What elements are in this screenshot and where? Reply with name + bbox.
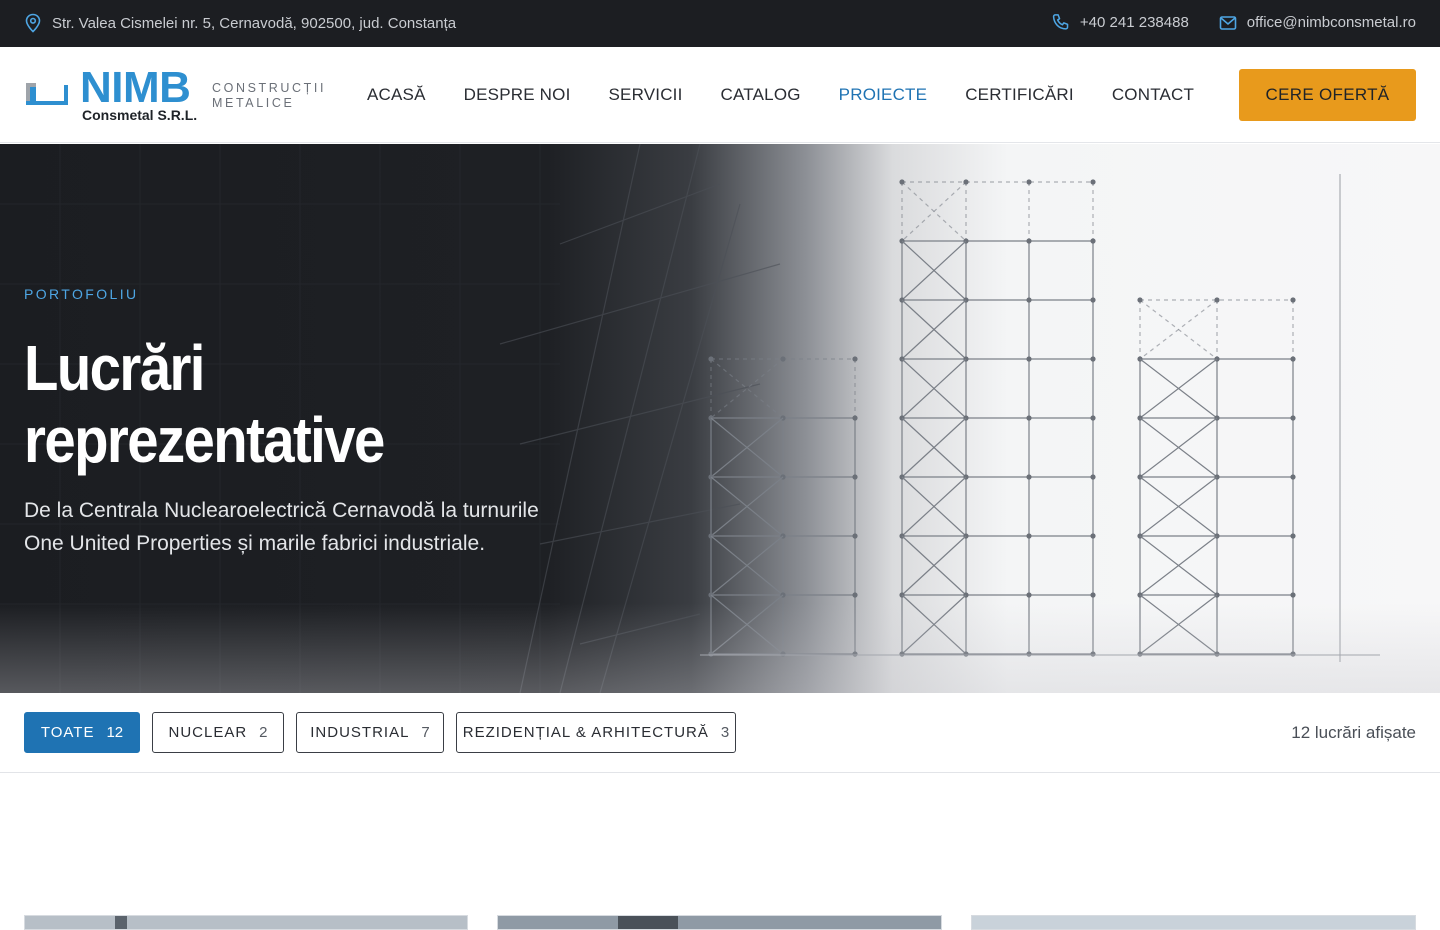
nav-item-proiecte[interactable]: PROIECTE bbox=[839, 85, 928, 105]
nav-item-contact[interactable]: CONTACT bbox=[1112, 85, 1194, 105]
nav-item-catalog[interactable]: CATALOG bbox=[721, 85, 801, 105]
address-text: Str. Valea Cismelei nr. 5, Cernavodă, 90… bbox=[52, 14, 457, 32]
logo-mark-icon bbox=[24, 81, 70, 112]
filter-count: 7 bbox=[421, 724, 430, 741]
email-text: office@nimbconsmetal.ro bbox=[1246, 14, 1416, 31]
logo-company: Consmetal S.R.L. bbox=[82, 107, 198, 123]
nav-item-certificari[interactable]: CERTIFICĂRI bbox=[965, 85, 1074, 105]
site-header: NIMB Consmetal S.R.L. CONSTRUCȚII METALI… bbox=[0, 47, 1440, 143]
location-pin-icon bbox=[24, 13, 42, 33]
hero-bottom-fade bbox=[0, 603, 1440, 693]
project-card[interactable] bbox=[497, 915, 942, 930]
logo-tagline-2: METALICE bbox=[212, 96, 295, 110]
project-filter-bar: TOATE 12 NUCLEAR 2 INDUSTRIAL 7 REZIDENȚ… bbox=[0, 693, 1440, 773]
phone-text: +40 241 238488 bbox=[1079, 14, 1189, 31]
hero-eyebrow: PORTOFOLIU bbox=[24, 286, 139, 302]
nav-item-despre-noi[interactable]: DESPRE NOI bbox=[464, 85, 571, 105]
phone-icon bbox=[1051, 13, 1070, 32]
filter-count: 12 bbox=[106, 724, 124, 741]
filter-count: 3 bbox=[720, 724, 730, 741]
hero-subtitle-line-1: De la Centrala Nuclearoelectrică Cernavo… bbox=[24, 499, 539, 522]
request-offer-button[interactable]: CERE OFERTĂ bbox=[1239, 69, 1416, 121]
filter-label: INDUSTRIAL bbox=[310, 724, 410, 741]
mail-icon bbox=[1219, 15, 1237, 31]
hero-title: Lucrări reprezentative bbox=[24, 332, 552, 476]
email-link[interactable]: office@nimbconsmetal.ro bbox=[1219, 14, 1416, 31]
project-card[interactable] bbox=[24, 915, 468, 930]
nav-item-servicii[interactable]: SERVICII bbox=[609, 85, 683, 105]
hero-subtitle: De la Centrala Nuclearoelectrică Cernavo… bbox=[24, 494, 624, 560]
filter-label: TOATE bbox=[40, 724, 95, 741]
hero-title-line-2: reprezentative bbox=[24, 404, 385, 476]
card-image-detail bbox=[618, 916, 678, 929]
main-nav: ACASĂ DESPRE NOI SERVICII CATALOG PROIEC… bbox=[367, 85, 1232, 105]
nav-item-acasa[interactable]: ACASĂ bbox=[367, 85, 426, 105]
filter-industrial-button[interactable]: INDUSTRIAL 7 bbox=[296, 712, 444, 753]
filter-all-button[interactable]: TOATE 12 bbox=[24, 712, 140, 753]
filter-label: REZIDENȚIAL & ARHITECTURĂ bbox=[462, 724, 709, 741]
filter-count: 2 bbox=[259, 724, 268, 741]
site-logo[interactable]: NIMB Consmetal S.R.L. CONSTRUCȚII METALI… bbox=[24, 65, 324, 125]
hero-subtitle-line-2: One United Properties și marile fabrici … bbox=[24, 532, 486, 555]
results-count-text: 12 lucrări afișate bbox=[1291, 723, 1416, 742]
project-card[interactable] bbox=[971, 915, 1416, 930]
top-info-bar: Str. Valea Cismelei nr. 5, Cernavodă, 90… bbox=[0, 0, 1440, 47]
address-info: Str. Valea Cismelei nr. 5, Cernavodă, 90… bbox=[24, 13, 456, 33]
hero-title-line-1: Lucrări bbox=[24, 332, 205, 404]
hero-section: PORTOFOLIU Lucrări reprezentative De la … bbox=[0, 144, 1440, 693]
card-image-detail bbox=[115, 916, 127, 929]
filter-residential-button[interactable]: REZIDENȚIAL & ARHITECTURĂ 3 bbox=[456, 712, 736, 753]
filter-nuclear-button[interactable]: NUCLEAR 2 bbox=[152, 712, 284, 753]
logo-name: NIMB bbox=[80, 63, 191, 112]
phone-link[interactable]: +40 241 238488 bbox=[1051, 13, 1189, 32]
filter-label: NUCLEAR bbox=[168, 724, 248, 741]
logo-tagline-1: CONSTRUCȚII bbox=[212, 81, 327, 95]
